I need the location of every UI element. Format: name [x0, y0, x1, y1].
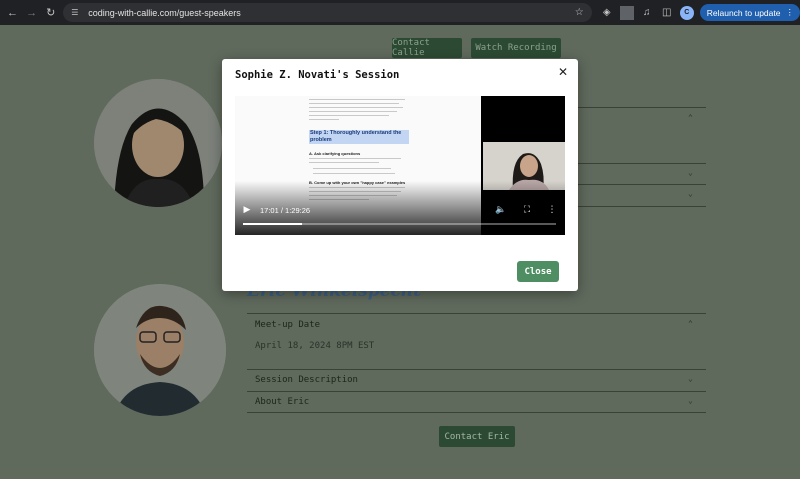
speaker-portrait-icon [94, 284, 226, 416]
fullscreen-icon[interactable]: ⛶ [521, 204, 533, 216]
modal-title: Sophie Z. Novati's Session [235, 69, 400, 81]
about-eric-header[interactable]: About Eric [255, 397, 309, 407]
contact-eric-button[interactable]: Contact Eric [439, 426, 515, 447]
chevron-down-icon[interactable]: ⌄ [688, 168, 693, 177]
chevron-down-icon[interactable]: ⌄ [688, 374, 693, 383]
more-options-icon[interactable]: ⋮ [546, 204, 558, 216]
chevron-up-icon[interactable]: ⌃ [688, 319, 693, 328]
meetup-date-header[interactable]: Meet-up Date [255, 320, 320, 330]
back-icon[interactable]: ← [4, 4, 21, 22]
relaunch-label: Relaunch to update [706, 7, 781, 18]
browser-toolbar: ← → ↻ ☰ coding-with-callie.com/guest-spe… [0, 0, 800, 25]
close-icon[interactable]: ✕ [556, 65, 570, 79]
video-time: 17:01 / 1:29:26 [260, 206, 311, 215]
speaker-photo-sophie [94, 79, 222, 207]
more-menu-icon[interactable]: ⋮ [785, 7, 794, 18]
doc-subheading-a: A. Ask clarifying questions [309, 151, 361, 156]
progress-fill [243, 223, 303, 225]
chevron-down-icon[interactable]: ⌄ [688, 396, 693, 405]
session-description-header[interactable]: Session Description [255, 375, 358, 385]
accordion-divider [247, 412, 706, 413]
media-controls-icon[interactable]: ♫ [640, 6, 654, 20]
relaunch-button[interactable]: Relaunch to update ⋮ [699, 4, 800, 21]
reload-icon[interactable]: ↻ [42, 4, 59, 22]
speaker-portrait-icon [94, 79, 222, 207]
accordion-divider [247, 369, 706, 370]
chevron-down-icon[interactable]: ⌄ [688, 189, 693, 198]
video-player[interactable]: Step 1: Thoroughly understand the proble… [235, 96, 565, 235]
address-bar[interactable]: ☰ coding-with-callie.com/guest-speakers … [63, 3, 592, 22]
close-button[interactable]: Close [517, 261, 559, 282]
site-settings-icon[interactable]: ☰ [71, 8, 81, 18]
side-panel-icon[interactable]: ◫ [660, 6, 674, 20]
session-modal: Sophie Z. Novati's Session ✕ Step 1: Tho… [222, 59, 578, 291]
bookmark-star-icon[interactable]: ☆ [575, 7, 584, 18]
url-text[interactable]: coding-with-callie.com/guest-speakers [88, 8, 575, 18]
profile-avatar[interactable]: C [679, 5, 694, 20]
speaker-photo-eric [94, 284, 226, 416]
accordion-divider [247, 391, 706, 392]
progress-bar[interactable] [243, 223, 556, 225]
volume-icon[interactable]: 🔈 [495, 204, 507, 216]
contact-callie-button[interactable]: Contact Callie [392, 38, 462, 58]
doc-heading: Step 1: Thoroughly understand the proble… [309, 130, 409, 144]
accordion-divider [247, 313, 706, 314]
chevron-up-icon[interactable]: ⌃ [688, 113, 693, 122]
toolbar-divider [619, 5, 634, 20]
play-icon[interactable]: ▶ [241, 204, 253, 216]
extensions-icon[interactable]: ◈ [600, 6, 614, 20]
meetup-date-value: April 18, 2024 8PM EST [255, 341, 375, 351]
forward-icon[interactable]: → [23, 4, 40, 22]
watch-recording-button[interactable]: Watch Recording [471, 38, 561, 58]
